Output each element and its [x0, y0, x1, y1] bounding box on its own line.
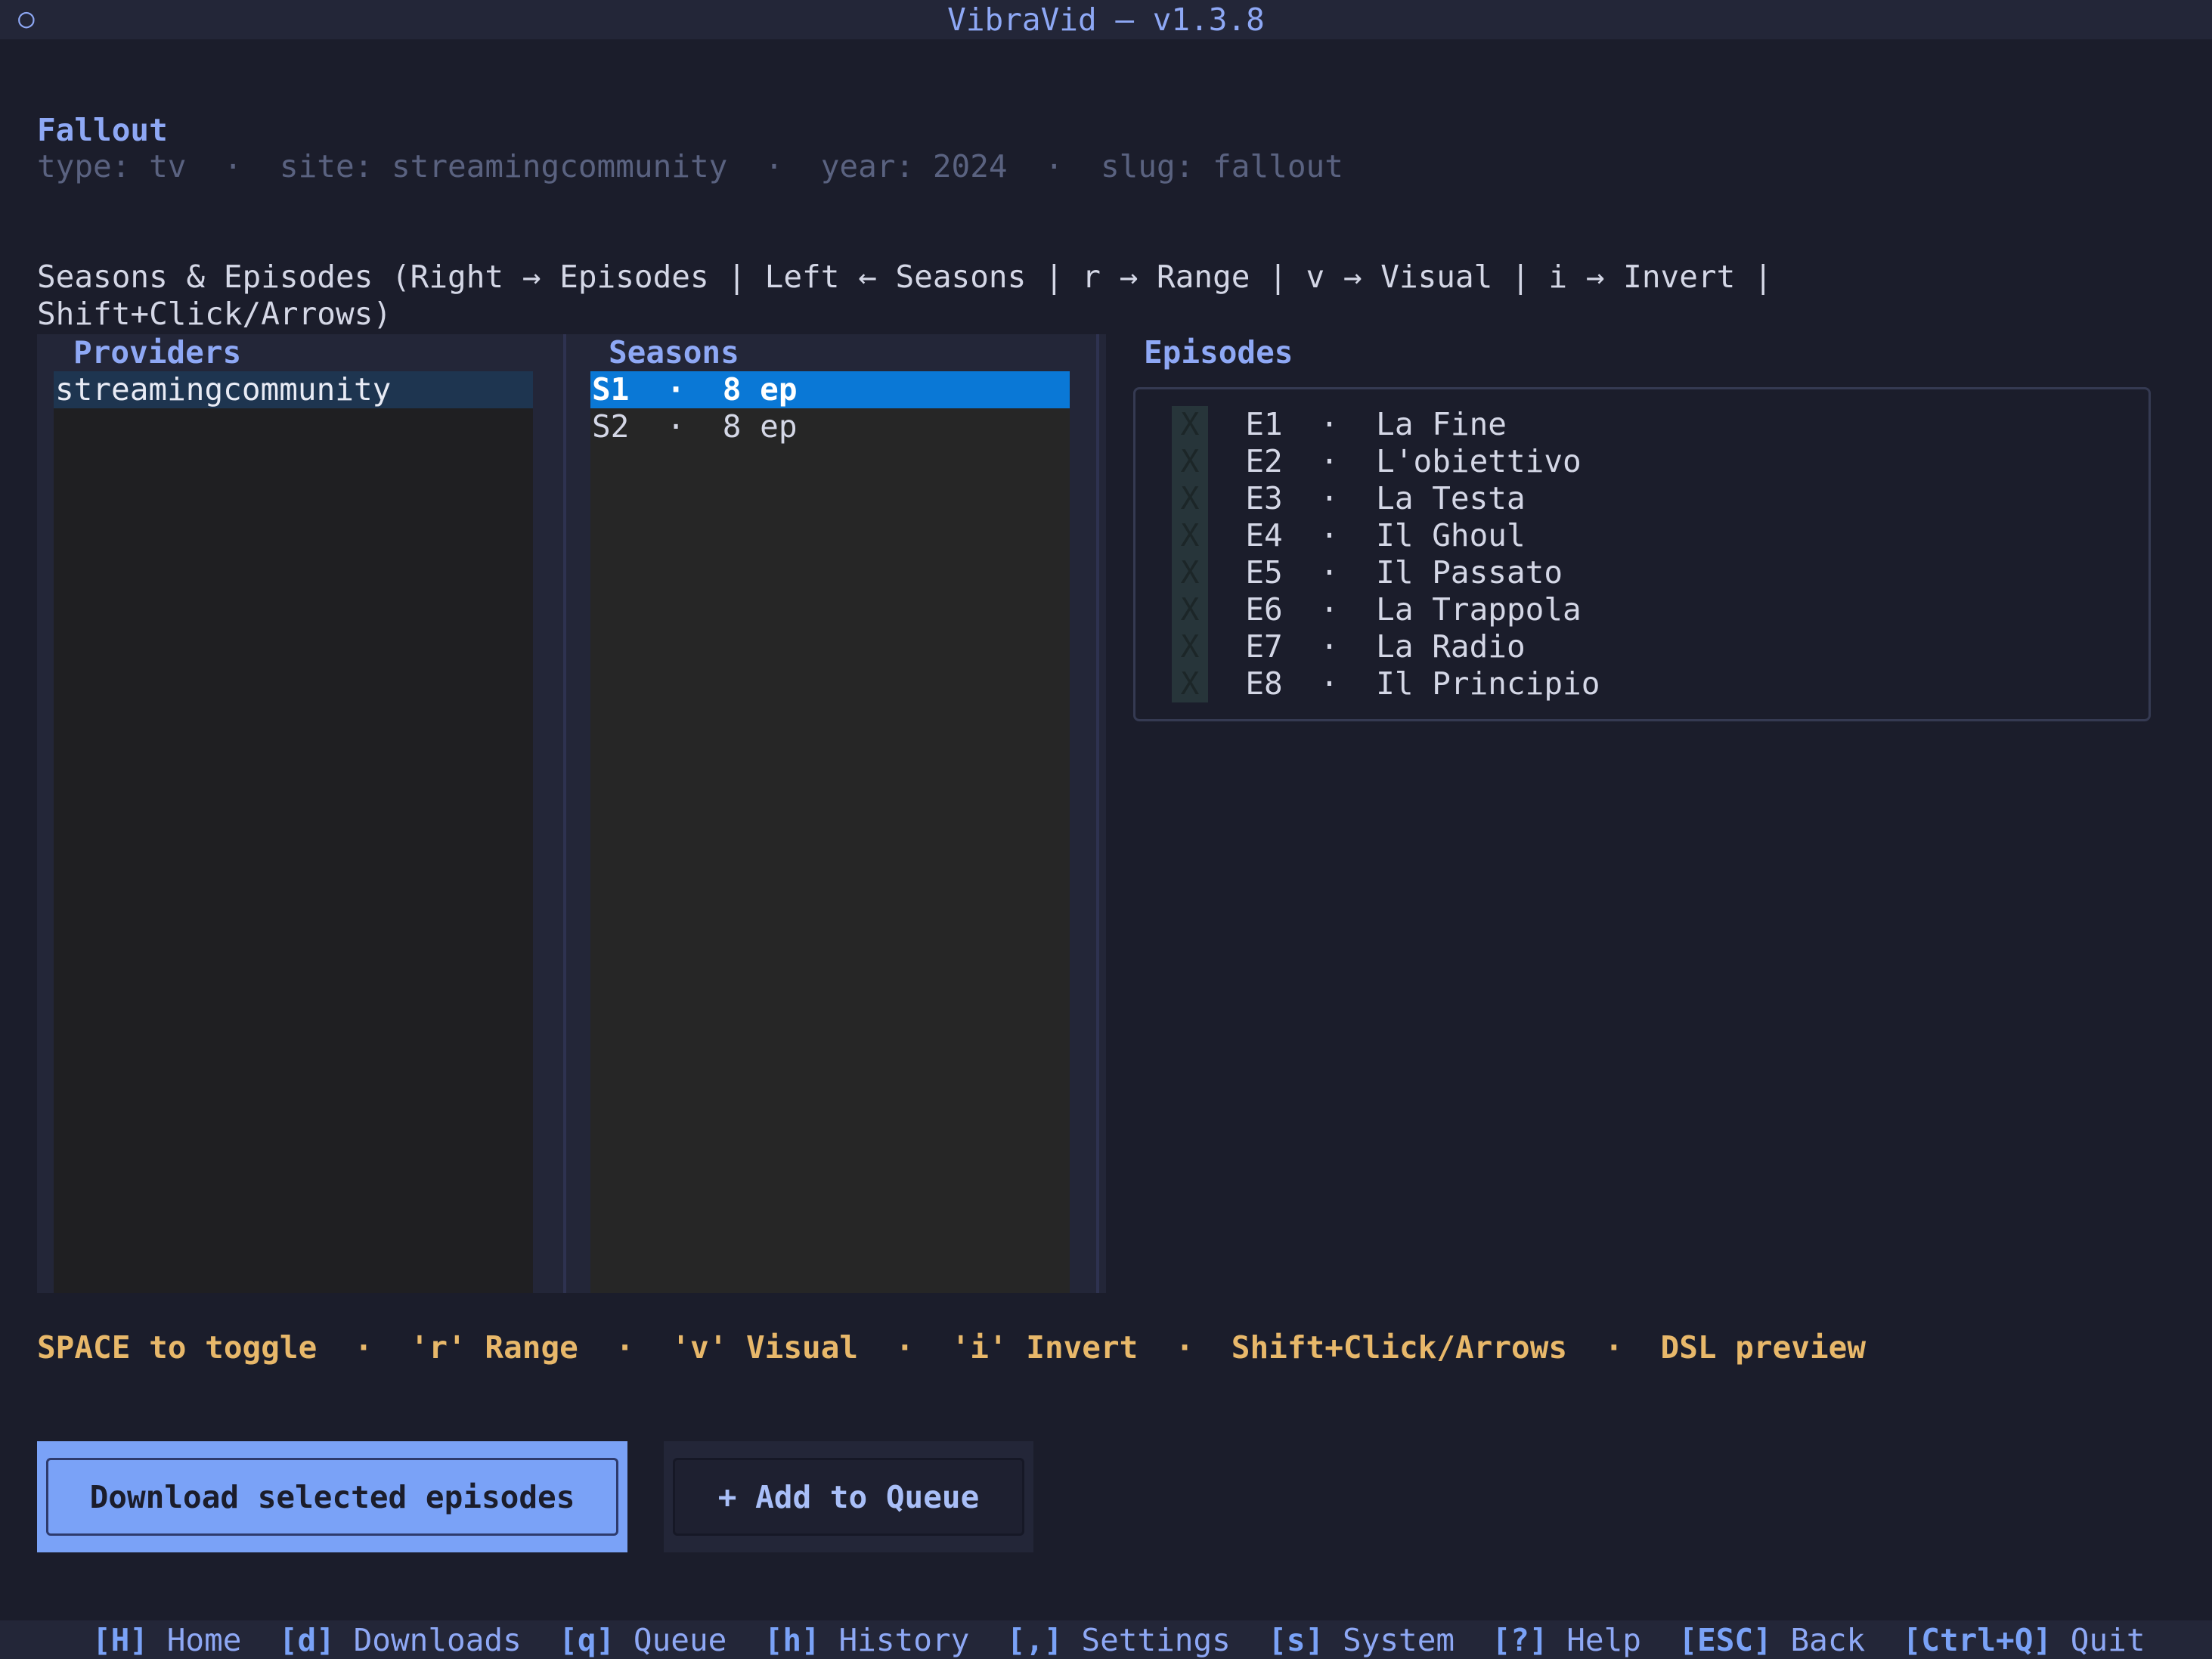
footer-shortcut-queue[interactable]: [q] Queue: [559, 1622, 726, 1658]
footer-shortcut-history[interactable]: [h] History: [764, 1622, 970, 1658]
episode-item[interactable]: X E2 · L'obiettivo: [1172, 443, 1582, 480]
queue-button-container: + Add to Queue: [664, 1441, 1033, 1552]
footer-bar: [H] Home [d] Downloads [q] Queue [h] His…: [0, 1620, 2212, 1659]
episodes-list: X E1 · La Fine X E2 · L'obiettivo X E3 ·…: [1133, 387, 2151, 721]
download-button-container: Download selected episodes: [37, 1441, 627, 1552]
provider-item[interactable]: streamingcommunity: [54, 371, 533, 408]
episode-label: E8 · Il Principio: [1245, 665, 1600, 702]
season-item[interactable]: S2 · 8 ep: [590, 408, 1070, 445]
episode-item[interactable]: X E4 · Il Ghoul: [1172, 517, 1526, 554]
episode-label: E2 · L'obiettivo: [1245, 443, 1582, 479]
season-item[interactable]: S1 · 8 ep: [590, 371, 1070, 408]
footer-shortcuts: [H] Home [d] Downloads [q] Queue [h] His…: [92, 1622, 2145, 1659]
providers-list[interactable]: streamingcommunity: [54, 371, 533, 1293]
seasons-title: Seasons: [609, 334, 739, 371]
episode-label: E7 · La Radio: [1245, 628, 1526, 665]
panel-divider: [1096, 334, 1099, 1293]
episode-label: E4 · Il Ghoul: [1245, 517, 1526, 554]
footer-shortcut-quit[interactable]: [Ctrl+Q] Quit: [1903, 1622, 2145, 1658]
providers-panel: Providers streamingcommunity: [37, 334, 563, 1293]
add-to-queue-button[interactable]: + Add to Queue: [673, 1458, 1024, 1536]
episodes-title: Episodes: [1144, 334, 1293, 371]
title-bar: ○ VibraVid — v1.3.8: [0, 0, 2212, 39]
episode-checkbox[interactable]: X: [1172, 480, 1208, 517]
show-title: Fallout: [37, 112, 168, 148]
episode-item[interactable]: X E1 · La Fine: [1172, 406, 1507, 443]
episode-checkbox[interactable]: X: [1172, 591, 1208, 628]
seasons-panel: Seasons S1 · 8 ep S2 · 8 ep: [563, 334, 1106, 1293]
show-meta: type: tv · site: streamingcommunity · ye…: [37, 148, 1343, 185]
episode-item[interactable]: X E5 · Il Passato: [1172, 554, 1563, 591]
episode-checkbox[interactable]: X: [1172, 665, 1208, 702]
footer-shortcut-settings[interactable]: [,] Settings: [1007, 1622, 1231, 1658]
seasons-list[interactable]: S1 · 8 ep S2 · 8 ep: [590, 371, 1070, 1293]
episode-checkbox[interactable]: X: [1172, 443, 1208, 480]
episode-checkbox[interactable]: X: [1172, 554, 1208, 591]
providers-title: Providers: [73, 334, 242, 371]
footer-shortcut-home[interactable]: [H] Home: [92, 1622, 242, 1658]
instructions-line-1: Seasons & Episodes (Right → Episodes | L…: [37, 259, 1773, 295]
episode-item[interactable]: X E6 · La Trappola: [1172, 591, 1582, 628]
episode-label: E5 · Il Passato: [1245, 554, 1563, 591]
instructions-line-2: Shift+Click/Arrows): [37, 296, 392, 332]
episode-checkbox[interactable]: X: [1172, 628, 1208, 665]
episode-item[interactable]: X E7 · La Radio: [1172, 628, 1526, 665]
episode-label: E3 · La Testa: [1245, 480, 1526, 516]
episode-item[interactable]: X E3 · La Testa: [1172, 480, 1526, 517]
footer-shortcut-system[interactable]: [s] System: [1268, 1622, 1455, 1658]
episode-label: E1 · La Fine: [1245, 406, 1507, 442]
episode-item[interactable]: X E8 · Il Principio: [1172, 665, 1600, 702]
episode-checkbox[interactable]: X: [1172, 406, 1208, 443]
download-selected-button[interactable]: Download selected episodes: [46, 1458, 618, 1536]
episode-label: E6 · La Trappola: [1245, 591, 1582, 628]
footer-shortcut-back[interactable]: [ESC] Back: [1678, 1622, 1865, 1658]
episode-checkbox[interactable]: X: [1172, 517, 1208, 554]
footer-shortcut-help[interactable]: [?] Help: [1492, 1622, 1641, 1658]
keybinding-hints: SPACE to toggle · 'r' Range · 'v' Visual…: [37, 1329, 1867, 1366]
footer-shortcut-downloads[interactable]: [d] Downloads: [279, 1622, 522, 1658]
app-title: VibraVid — v1.3.8: [947, 2, 1265, 38]
